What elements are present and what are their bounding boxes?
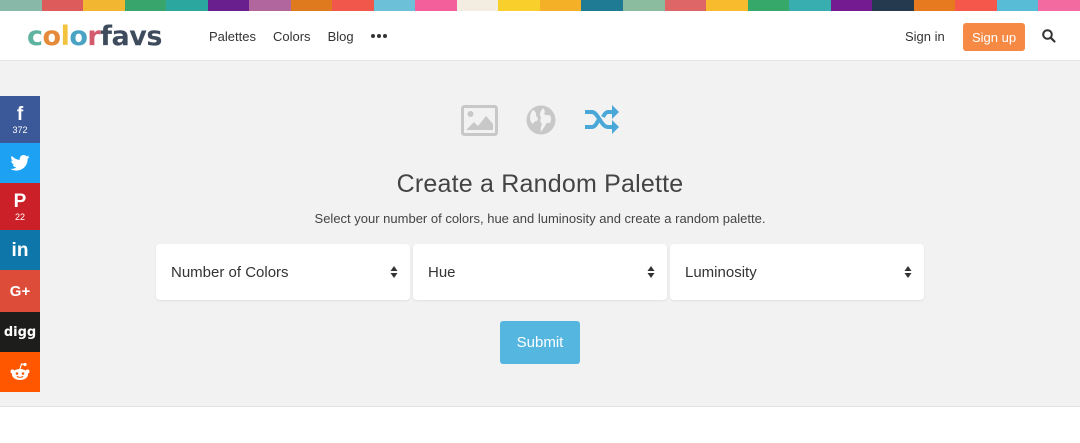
select-arrows-icon [904, 266, 912, 278]
logo-letter: r [87, 20, 101, 52]
color-strip-swatch [41, 0, 84, 11]
color-strip-swatch [622, 0, 665, 11]
number-of-colors-select[interactable]: Number of Colors [156, 244, 410, 300]
logo-letter: o [69, 20, 88, 52]
color-strip-swatch [124, 0, 167, 11]
googleplus-icon: G+ [9, 282, 31, 300]
facebook-share-button[interactable]: f 372 [0, 96, 40, 143]
color-strip-swatch [83, 0, 125, 11]
reddit-share-button[interactable] [0, 352, 40, 392]
select-label: Luminosity [685, 263, 757, 281]
color-strip-swatch [1038, 0, 1080, 11]
submit-button[interactable]: Submit [500, 321, 580, 364]
search-icon[interactable] [1041, 28, 1057, 44]
social-share-bar: f 372 P 22 in G+ digg [0, 96, 40, 392]
twitter-icon [10, 155, 30, 171]
facebook-share-count: 372 [12, 124, 28, 135]
select-label: Hue [428, 263, 456, 281]
logo-letter: a [111, 20, 130, 52]
color-strip [0, 0, 1080, 11]
linkedin-icon: in [11, 239, 29, 261]
palette-options: Number of Colors Hue Luminosity [156, 244, 925, 300]
googleplus-share-button[interactable]: G+ [0, 270, 40, 312]
color-strip-swatch [0, 0, 42, 11]
reddit-icon [10, 362, 30, 380]
hue-select[interactable]: Hue [413, 244, 667, 300]
color-strip-swatch [747, 0, 790, 11]
color-strip-swatch [955, 0, 997, 11]
color-strip-swatch [996, 0, 1039, 11]
ellipsis-icon[interactable] [370, 34, 387, 38]
color-strip-swatch [415, 0, 457, 11]
color-strip-swatch [539, 0, 582, 11]
color-strip-swatch [166, 0, 208, 11]
logo-letter: o [42, 20, 62, 52]
color-strip-swatch [789, 0, 831, 11]
select-arrows-icon [390, 266, 398, 278]
page-subtitle: Select your number of colors, hue and lu… [314, 211, 766, 226]
logo-letter: s [146, 20, 162, 52]
nav-blog[interactable]: Blog [328, 29, 354, 44]
logo-letter: v [129, 20, 147, 52]
main-nav: Palettes Colors Blog [209, 11, 387, 61]
facebook-icon: f [16, 103, 24, 125]
signin-link[interactable]: Sign in [905, 11, 945, 61]
linkedin-share-button[interactable]: in [0, 230, 40, 270]
select-label: Number of Colors [171, 263, 289, 281]
color-strip-swatch [456, 0, 499, 11]
logo-letter: f [100, 20, 112, 52]
colorfavs-logo[interactable]: colorfavs [27, 21, 162, 51]
color-strip-swatch [913, 0, 956, 11]
palette-mode-icons [461, 103, 621, 137]
image-icon[interactable] [461, 105, 498, 136]
select-arrows-icon [647, 266, 655, 278]
digg-share-button[interactable]: digg [0, 312, 40, 352]
nav-palettes[interactable]: Palettes [209, 29, 256, 44]
color-strip-swatch [207, 0, 250, 11]
footer-area [0, 406, 1080, 443]
page-title: Create a Random Palette [396, 170, 684, 198]
signup-button[interactable]: Sign up [963, 23, 1025, 51]
color-strip-swatch [706, 0, 748, 11]
color-strip-swatch [498, 0, 540, 11]
luminosity-select[interactable]: Luminosity [670, 244, 924, 300]
color-strip-swatch [664, 0, 707, 11]
logo-letter: l [60, 20, 70, 52]
color-strip-swatch [290, 0, 333, 11]
globe-icon[interactable] [526, 105, 556, 135]
digg-icon: digg [3, 324, 37, 340]
color-strip-swatch [332, 0, 374, 11]
color-strip-swatch [872, 0, 914, 11]
color-strip-swatch [581, 0, 623, 11]
nav-colors[interactable]: Colors [273, 29, 311, 44]
color-strip-swatch [249, 0, 291, 11]
top-navbar: colorfavs Palettes Colors Blog Sign in S… [0, 11, 1080, 61]
shuffle-icon[interactable] [584, 104, 620, 135]
color-strip-swatch [373, 0, 416, 11]
logo-letter: c [27, 20, 43, 52]
color-strip-swatch [830, 0, 873, 11]
